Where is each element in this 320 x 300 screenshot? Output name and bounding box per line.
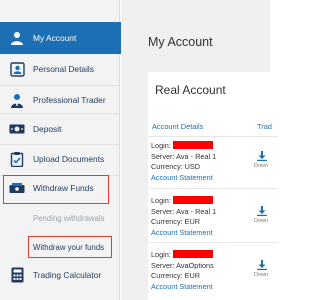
divider xyxy=(148,136,278,137)
divider xyxy=(148,188,278,189)
download-icon xyxy=(257,151,267,161)
panel-title: Real Account xyxy=(155,83,226,97)
pending-withdrawals-link[interactable]: Pending withdrawals xyxy=(33,214,105,223)
download-button[interactable]: Down xyxy=(254,206,268,224)
money-icon xyxy=(9,121,25,137)
sidebar-item-label: Professional Trader xyxy=(33,95,106,105)
login-label: Login: xyxy=(151,196,171,205)
login-label: Login: xyxy=(151,141,171,150)
sidebar-item-professional-trader[interactable]: Professional Trader xyxy=(0,84,120,116)
account-statement-link[interactable]: Account Statement xyxy=(151,282,273,293)
download-button[interactable]: Down xyxy=(254,151,268,169)
calculator-icon xyxy=(9,267,25,283)
real-account-panel: Real Account Account Details Trad Login:… xyxy=(148,72,278,300)
column-header-account-details: Account Details xyxy=(152,122,204,131)
highlight-box xyxy=(28,236,112,258)
main-content: My Account Real Account Account Details … xyxy=(121,0,278,300)
download-label: Down xyxy=(254,163,269,169)
sidebar-item-my-account[interactable]: My Account xyxy=(0,22,127,54)
redacted-login xyxy=(172,250,213,258)
download-label: Down xyxy=(254,272,269,278)
sidebar-item-label: Personal Details xyxy=(33,64,94,74)
sidebar-item-deposit[interactable]: Deposit xyxy=(0,113,120,145)
person-icon xyxy=(9,30,25,46)
download-icon xyxy=(257,260,267,270)
sidebar-item-label: Deposit xyxy=(33,124,62,134)
download-button[interactable]: Down xyxy=(254,260,268,278)
sidebar-item-upload-documents[interactable]: Upload Documents xyxy=(0,143,120,175)
sidebar-item-label: Upload Documents xyxy=(33,154,105,164)
account-statement-link[interactable]: Account Statement xyxy=(151,228,273,239)
redacted-login xyxy=(172,196,213,204)
sidebar-item-label: Trading Calculator xyxy=(33,270,102,280)
redacted-login xyxy=(172,141,213,149)
trader-icon xyxy=(9,92,25,108)
sidebar-item-label: My Account xyxy=(33,33,77,43)
clipboard-icon xyxy=(9,151,25,167)
sidebar-item-personal-details[interactable]: Personal Details xyxy=(0,53,120,85)
download-label: Down xyxy=(254,218,269,224)
divider xyxy=(148,242,278,243)
highlight-box xyxy=(3,175,109,204)
page-title: My Account xyxy=(148,35,213,49)
sidebar-item-trading-calculator[interactable]: Trading Calculator xyxy=(0,259,120,291)
sidebar: My Account Personal Details Professional… xyxy=(0,0,127,300)
id-card-icon xyxy=(9,61,25,77)
column-header-trade: Trad xyxy=(257,122,272,131)
account-statement-link[interactable]: Account Statement xyxy=(151,173,273,184)
download-icon xyxy=(257,206,267,216)
login-label: Login: xyxy=(151,250,171,259)
